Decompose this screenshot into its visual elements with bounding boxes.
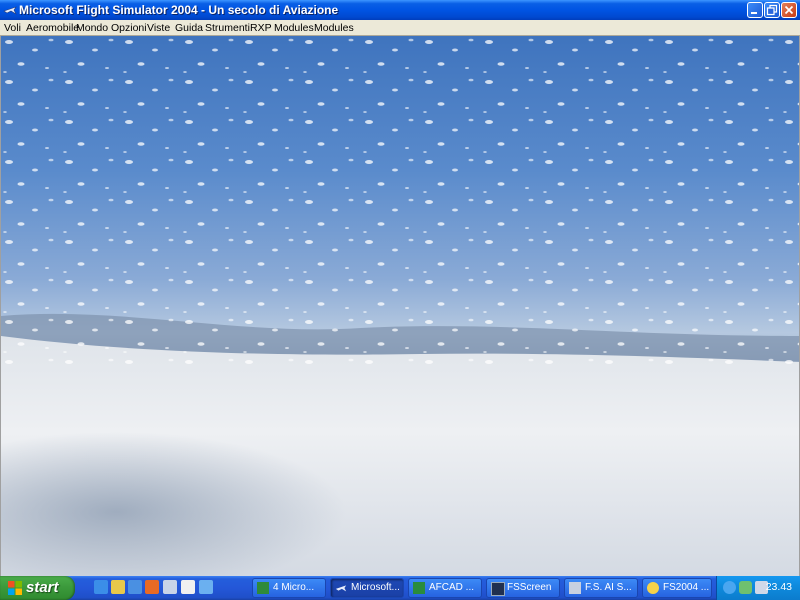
afcad-icon (413, 582, 425, 594)
system-tray: 23.43 (716, 576, 800, 600)
start-label: start (26, 579, 59, 596)
plane-ai-icon (569, 582, 581, 594)
ie-icon[interactable] (94, 580, 108, 594)
minimize-icon (751, 12, 757, 14)
clock[interactable]: 23.43 (766, 581, 792, 593)
ie2-icon[interactable] (128, 580, 142, 594)
flight-view[interactable] (0, 36, 800, 576)
mail-icon[interactable] (181, 580, 195, 594)
menu-modules[interactable]: Modules (274, 21, 314, 35)
menu-bar: Voli Aeromobile Mondo Opzioni Viste Guid… (0, 20, 800, 36)
users-icon[interactable] (739, 581, 752, 594)
airplane-icon (335, 585, 347, 592)
network-icon[interactable] (723, 581, 736, 594)
firefox-icon[interactable] (145, 580, 159, 594)
menu-opzioni[interactable]: Opzioni (111, 21, 147, 35)
taskbar: start 4 Micro... Microsoft... AFCAD ... … (0, 576, 800, 600)
globe-icon (647, 582, 659, 594)
menu-mondo[interactable]: Mondo (76, 21, 108, 35)
menu-modules-2[interactable]: Modules (314, 21, 354, 35)
task-button-excel[interactable]: 4 Micro... (252, 578, 326, 598)
fsscreen-icon (491, 582, 505, 596)
task-button-fs2004-2[interactable]: FS2004 ... (642, 578, 712, 598)
excel-icon (257, 582, 269, 594)
snow-landscape (1, 36, 799, 576)
minimize-button[interactable] (747, 2, 763, 18)
folder-icon[interactable] (163, 580, 177, 594)
start-button[interactable]: start (0, 576, 75, 600)
title-bar[interactable]: Microsoft Flight Simulator 2004 - Un sec… (0, 0, 800, 20)
media-icon[interactable] (111, 580, 125, 594)
task-button-fs-ai[interactable]: F.S. AI S... (564, 578, 638, 598)
close-icon (784, 5, 794, 15)
maximize-button[interactable] (764, 2, 780, 18)
airplane-icon (3, 6, 17, 15)
menu-viste[interactable]: Viste (147, 21, 170, 35)
window-title: Microsoft Flight Simulator 2004 - Un sec… (19, 3, 339, 17)
task-button-fs2004[interactable]: Microsoft... (330, 578, 404, 598)
task-button-afcad[interactable]: AFCAD ... (408, 578, 482, 598)
player-icon[interactable] (199, 580, 213, 594)
task-button-fsscreen[interactable]: FSScreen (486, 578, 560, 598)
maximize-icon (766, 4, 778, 16)
menu-rxp[interactable]: RXP (250, 21, 272, 35)
menu-strumenti[interactable]: Strumenti (205, 21, 250, 35)
menu-aeromobile[interactable]: Aeromobile (26, 21, 79, 35)
windows-logo-icon (8, 581, 22, 595)
close-button[interactable] (781, 2, 797, 18)
menu-voli[interactable]: Voli (4, 21, 21, 35)
menu-guida[interactable]: Guida (175, 21, 203, 35)
